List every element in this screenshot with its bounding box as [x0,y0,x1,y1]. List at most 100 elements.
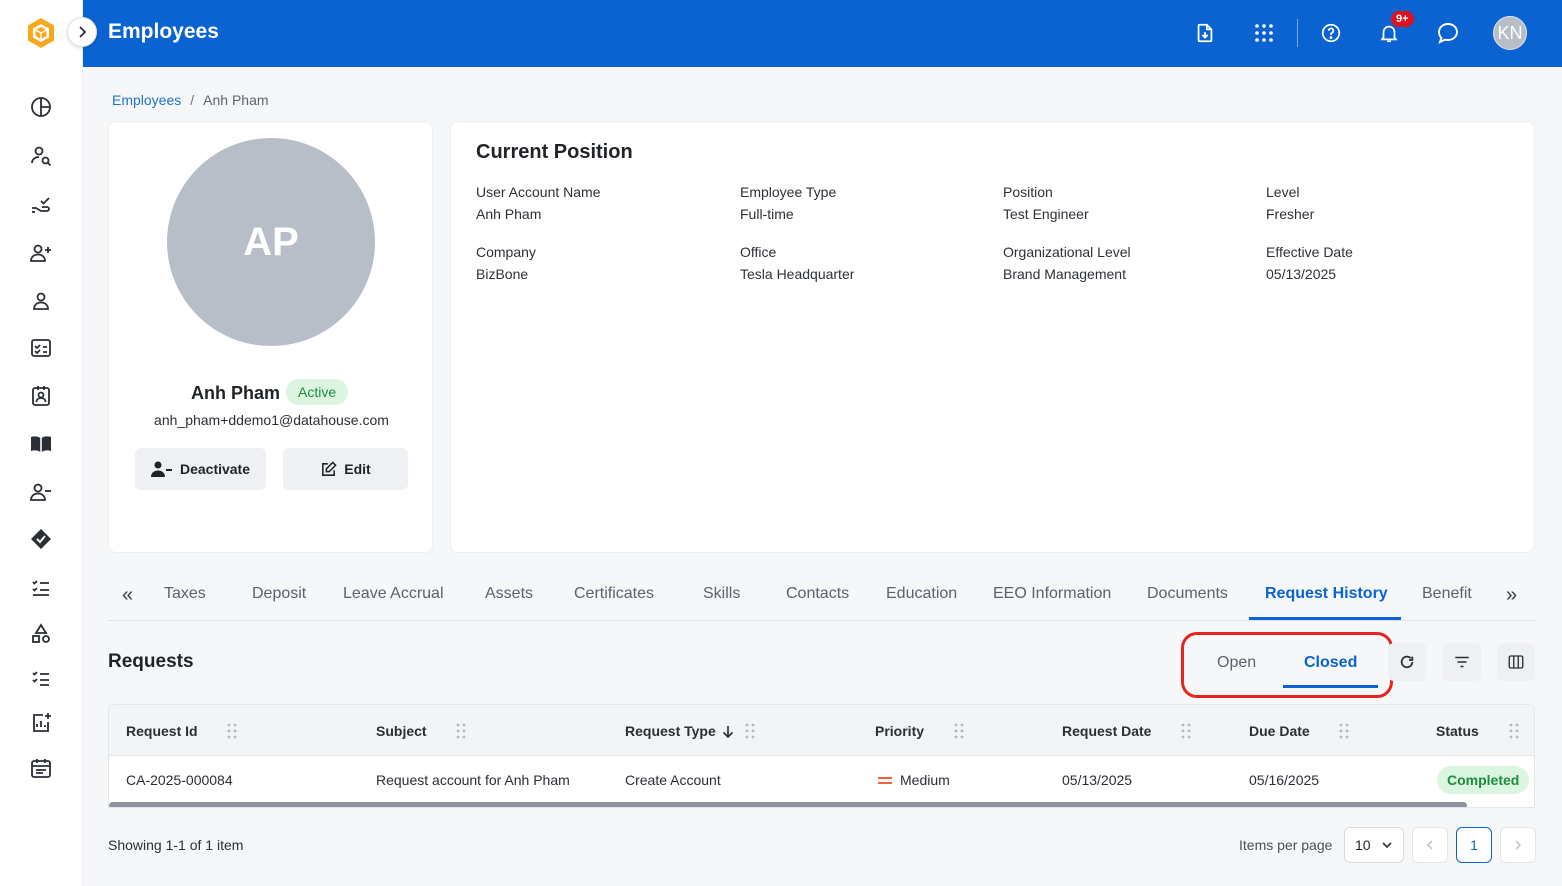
columns-button[interactable] [1497,643,1535,681]
drag-handle-icon[interactable] [227,723,237,739]
drag-handle-icon[interactable] [954,723,964,739]
tab-eeo-information[interactable]: EEO Information [993,585,1111,603]
field-value: Brand Management [1003,266,1126,282]
sort-descending-icon[interactable] [721,725,735,739]
tab-leave-accrual[interactable]: Leave Accrual [343,585,444,603]
next-page-button[interactable] [1500,827,1536,863]
chevron-down-icon [1382,842,1392,849]
task-list-icon[interactable] [26,572,56,602]
items-per-page-select[interactable]: 10 [1344,827,1404,863]
tab-documents[interactable]: Documents [1147,585,1228,603]
horizontal-scrollbar[interactable] [109,802,1467,807]
field-label: Level [1266,184,1300,200]
field-office: Office Tesla Headquarter [740,244,854,282]
shapes-icon[interactable] [26,619,56,649]
apps-grid-icon[interactable] [1249,18,1279,48]
tab-assets[interactable]: Assets [485,585,533,603]
cell-subject: Request account for Anh Pham [376,772,570,788]
drag-handle-icon[interactable] [1339,723,1349,739]
dashboard-icon[interactable] [26,92,56,122]
chevron-right-icon [1515,840,1522,850]
field-level: Level Fresher [1266,184,1314,222]
tab-deposit[interactable]: Deposit [252,585,306,603]
field-employee-type: Employee Type Full-time [740,184,836,222]
breadcrumb-separator: / [190,92,195,108]
drag-handle-icon[interactable] [1181,723,1191,739]
page-number-button[interactable]: 1 [1456,827,1492,863]
tab-request-history[interactable]: Request History [1265,585,1388,603]
chevron-left-icon [1426,840,1433,850]
items-per-page-label: Items per page [1239,837,1333,853]
left-nav-rail [0,0,83,886]
help-icon[interactable] [1316,18,1346,48]
tab-skills[interactable]: Skills [703,585,740,603]
closed-toggle[interactable]: Closed [1304,654,1357,672]
deactivate-label: Deactivate [179,461,251,477]
hand-check-icon[interactable] [26,190,56,220]
deactivate-button[interactable]: Deactivate [135,448,266,490]
refresh-icon [1400,655,1414,669]
export-document-icon[interactable] [1190,18,1220,48]
edit-label: Edit [344,461,371,477]
breadcrumb-employees-link[interactable]: Employees [112,92,181,108]
app-logo-icon[interactable] [24,16,58,50]
filter-button[interactable] [1443,643,1481,681]
people-search-icon[interactable] [26,141,56,171]
column-due-date[interactable]: Due Date [1249,723,1310,739]
tab-education[interactable]: Education [886,585,957,603]
tabs-scroll-left-icon[interactable]: « [122,584,133,607]
page-title: Employees [108,20,219,43]
refresh-button[interactable] [1388,643,1426,681]
tabs-scroll-right-icon[interactable]: » [1506,584,1517,607]
field-user-account-name: User Account Name Anh Pham [476,184,601,222]
expand-sidebar-button[interactable] [67,17,97,47]
cell-priority: Medium [900,772,950,788]
profile-tabs: « Taxes Deposit Leave Accrual Assets Cer… [108,570,1535,621]
field-label: Organizational Level [1003,244,1131,260]
drag-handle-icon[interactable] [456,723,466,739]
requests-table: Request Id Subject Request Type Priority… [108,704,1535,808]
requests-title: Requests [108,651,194,672]
table-header: Request Id Subject Request Type Priority… [109,705,1534,756]
active-tab-indicator [1249,617,1401,620]
column-subject[interactable]: Subject [376,723,427,739]
field-label: Position [1003,184,1053,200]
chat-icon[interactable] [1433,18,1463,48]
user-avatar[interactable]: KN [1493,16,1527,50]
id-badge-icon[interactable] [26,381,56,411]
previous-page-button[interactable] [1412,827,1448,863]
field-effective-date: Effective Date 05/13/2025 [1266,244,1353,282]
remove-user-icon[interactable] [26,477,56,507]
field-label: Office [740,244,777,260]
tab-benefit[interactable]: Benefit [1422,585,1472,603]
field-label: Effective Date [1266,244,1353,260]
column-request-type[interactable]: Request Type [625,723,716,739]
cell-request-id[interactable]: CA-2025-000084 [126,772,233,788]
numbered-list-icon[interactable] [26,663,56,693]
tab-taxes[interactable]: Taxes [164,585,206,603]
column-priority[interactable]: Priority [875,723,924,739]
tab-certificates[interactable]: Certificates [574,585,654,603]
column-request-id[interactable]: Request Id [126,723,198,739]
checklist-icon[interactable] [26,333,56,363]
cell-due-date: 05/16/2025 [1249,772,1320,788]
open-toggle[interactable]: Open [1217,654,1256,672]
column-request-date[interactable]: Request Date [1062,723,1151,739]
drag-handle-icon[interactable] [745,723,755,739]
tab-contacts[interactable]: Contacts [786,585,849,603]
profile-email: anh_pham+ddemo1@datahouse.com [154,412,389,428]
calendar-icon[interactable] [26,753,56,783]
report-add-icon[interactable] [26,708,56,738]
add-user-icon[interactable] [26,238,56,268]
field-value: Anh Pham [476,206,542,222]
book-icon[interactable] [26,429,56,459]
handshake-icon[interactable] [26,524,56,554]
top-app-bar: Employees 9+ KN [83,0,1562,67]
profile-card: AP Anh Pham Active anh_pham+ddemo1@datah… [108,121,433,553]
column-status[interactable]: Status [1436,723,1479,739]
user-icon[interactable] [26,286,56,316]
drag-handle-icon[interactable] [1509,723,1519,739]
field-value: BizBone [476,266,529,282]
edit-button[interactable]: Edit [283,448,408,490]
filter-icon [1455,656,1469,668]
